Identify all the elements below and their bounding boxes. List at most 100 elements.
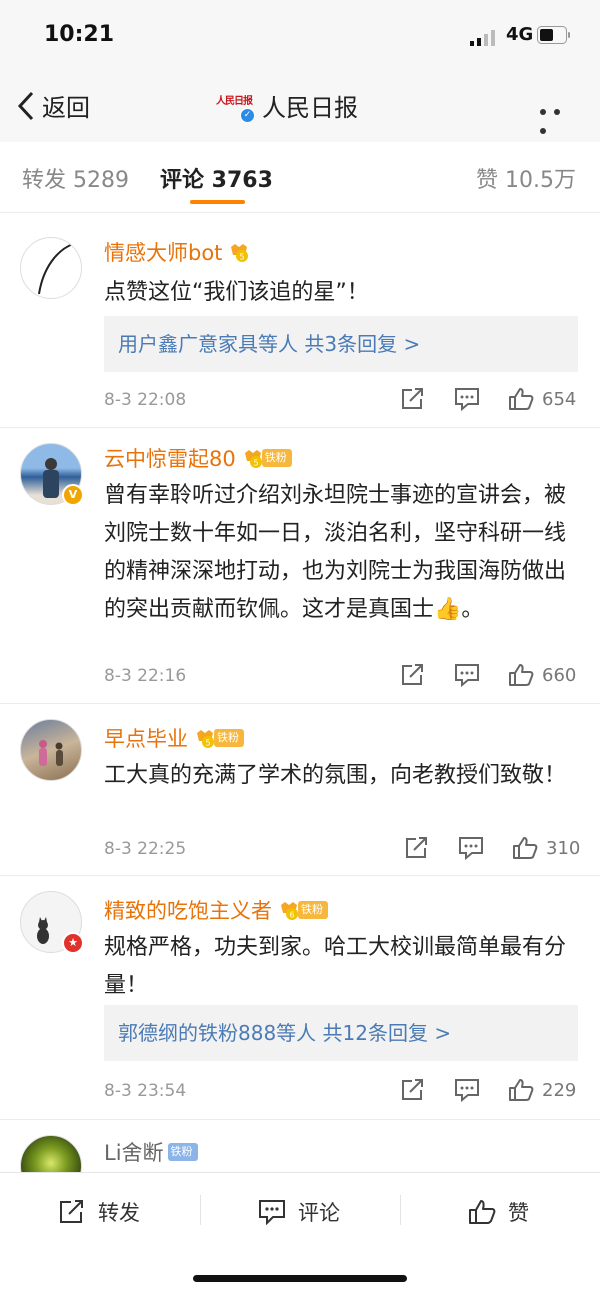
avatar[interactable]	[20, 719, 82, 781]
nav-bar: 返回 人民日报 ✓ 人民日报	[0, 72, 600, 142]
comment-item: 早点毕业 5 铁粉 工大真的充满了学术的氛围，向老教授们致敬！ 8-3 22:2…	[0, 703, 600, 876]
share-icon	[402, 1079, 423, 1100]
username: Li舍断	[104, 1141, 164, 1165]
tab-likes[interactable]: 赞 10.5万	[476, 162, 576, 194]
repost-action[interactable]	[400, 1078, 426, 1106]
comment-action[interactable]	[454, 1078, 480, 1106]
username: 云中惊雷起80	[104, 447, 236, 471]
avatar[interactable]	[20, 1135, 82, 1172]
back-button[interactable]: 返回	[16, 88, 90, 123]
comment-time: 8-3 22:08	[104, 390, 187, 410]
tab-repost[interactable]: 转发 5289	[22, 162, 129, 194]
signal-icon	[470, 30, 495, 46]
divider	[200, 1195, 201, 1225]
comment-icon	[455, 664, 479, 688]
member-medal-icon: 5	[231, 244, 249, 262]
verified-icon: ✓	[240, 108, 255, 123]
bottom-repost-label: 转发	[98, 1201, 140, 1225]
share-icon	[406, 837, 427, 858]
avatar-people-icon	[39, 740, 63, 766]
comment-text: 点赞这位“我们该追的星”！	[104, 280, 369, 305]
comment-icon	[455, 388, 479, 412]
avatar-sketch-icon	[38, 243, 74, 295]
comment-action[interactable]	[454, 663, 480, 691]
bottom-like-button[interactable]: 赞	[468, 1197, 529, 1227]
like-action[interactable]	[508, 1078, 534, 1106]
member-medal-icon: 6	[281, 902, 298, 920]
replies-link[interactable]: 郭德纲的铁粉888等人 共12条回复 >	[104, 1005, 578, 1061]
repost-action[interactable]	[404, 836, 430, 864]
like-action[interactable]	[512, 836, 538, 864]
username: 情感大师bot	[104, 241, 223, 265]
comment-text: 工大真的充满了学术的氛围，向老教授们致敬！	[104, 763, 567, 788]
svg-text:5: 5	[205, 739, 210, 748]
comment-icon	[459, 837, 483, 861]
comment-time: 8-3 23:54	[104, 1081, 187, 1101]
comment-user[interactable]: Li舍断 铁粉	[104, 1137, 198, 1167]
nav-account[interactable]: 人民日报 ✓ 人民日报	[216, 86, 358, 124]
bottom-like-label: 赞	[508, 1201, 529, 1225]
comment-icon	[455, 1079, 479, 1103]
back-label: 返回	[42, 94, 90, 122]
comment-action[interactable]	[458, 836, 484, 864]
thumbs-up-icon	[509, 388, 534, 410]
tab-active-indicator	[190, 200, 245, 204]
more-options-icon[interactable]	[540, 100, 580, 134]
avatar[interactable]	[20, 237, 82, 299]
svg-text:6: 6	[289, 911, 294, 920]
fan-badge: 铁粉	[261, 449, 292, 467]
status-bar: 10:21 4G	[0, 0, 600, 72]
home-indicator	[193, 1275, 407, 1282]
like-count: 310	[546, 838, 581, 859]
username: 早点毕业	[104, 727, 188, 751]
comment-user[interactable]: 精致的吃饱主义者 6 铁粉	[104, 895, 328, 925]
fan-badge: 铁粉	[167, 1143, 198, 1161]
comment-item: V 云中惊雷起80 5 铁粉 曾有幸聆听过介绍刘永坦院士事迹的宣讲会，被刘院士数…	[0, 427, 600, 704]
comment-user[interactable]: 云中惊雷起80 5 铁粉	[104, 443, 292, 473]
member-medal-icon: 5	[197, 730, 214, 748]
comment-item: Li舍断 铁粉	[0, 1119, 600, 1172]
like-action[interactable]	[508, 663, 534, 691]
comment-user[interactable]: 情感大师bot 5	[104, 237, 250, 267]
username: 精致的吃饱主义者	[104, 899, 272, 923]
network-label: 4G	[506, 24, 534, 45]
bottom-repost-button[interactable]: 转发	[58, 1197, 140, 1227]
member-medal-icon: 5	[244, 450, 262, 468]
logo-lettering: 人民日报	[216, 96, 253, 107]
comment-user[interactable]: 早点毕业 5 铁粉	[104, 723, 244, 753]
page-title: 人民日报	[262, 93, 358, 122]
replies-link[interactable]: 用户鑫广意家具等人 共3条回复 >	[104, 316, 578, 372]
repost-action[interactable]	[400, 663, 426, 691]
fan-badge: 铁粉	[298, 901, 328, 919]
like-count: 660	[542, 665, 577, 686]
clock: 10:21	[44, 22, 115, 47]
chevron-left-icon	[17, 91, 34, 120]
share-icon	[402, 388, 423, 409]
member-star-icon: ★	[62, 932, 84, 954]
comment-text: 曾有幸聆听过介绍刘永坦院士事迹的宣讲会，被刘院士数十年如一日，淡泊名利，坚守科研…	[104, 483, 567, 622]
repost-action[interactable]	[400, 387, 426, 415]
account-logo: 人民日报 ✓	[216, 86, 255, 124]
svg-text:5: 5	[240, 253, 245, 262]
comment-item: ★ 精致的吃饱主义者 6 铁粉 规格严格，功夫到家。哈工大校训最简单最有分量！ …	[0, 875, 600, 1120]
verified-badge-icon: V	[62, 484, 84, 506]
share-icon	[60, 1200, 83, 1223]
tab-comment[interactable]: 评论 3763	[160, 162, 273, 194]
comment-action[interactable]	[454, 387, 480, 415]
comment-item: 情感大师bot 5 点赞这位“我们该追的星”！ 用户鑫广意家具等人 共3条回复 …	[0, 213, 600, 428]
like-count: 654	[542, 389, 577, 410]
battery-icon	[537, 26, 570, 44]
comment-time: 8-3 22:25	[104, 839, 187, 859]
share-icon	[402, 664, 423, 685]
bottom-comment-label: 评论	[298, 1201, 340, 1225]
like-action[interactable]	[508, 387, 534, 415]
bottom-comment-button[interactable]: 评论	[258, 1197, 340, 1227]
comment-time: 8-3 22:16	[104, 666, 187, 686]
like-count: 229	[542, 1080, 577, 1101]
comment-icon	[259, 1200, 285, 1225]
fan-badge: 铁粉	[214, 729, 244, 747]
thumbs-up-icon	[469, 1200, 496, 1224]
divider	[400, 1195, 401, 1225]
comment-text: 规格严格，功夫到家。哈工大校训最简单最有分量！	[104, 935, 567, 998]
thumbs-up-icon	[513, 837, 538, 859]
